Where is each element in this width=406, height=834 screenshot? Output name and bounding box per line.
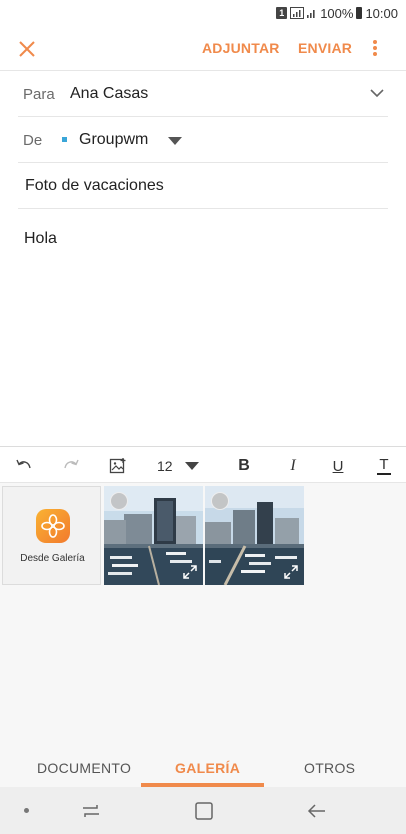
battery-percent: 100%	[320, 5, 354, 21]
gallery-photo[interactable]	[205, 486, 304, 585]
expand-icon[interactable]	[182, 564, 198, 580]
send-button[interactable]: ENVIAR	[298, 40, 352, 56]
app-bar: ADJUNTAR ENVIAR	[0, 26, 406, 70]
from-field[interactable]: De Groupwm	[18, 117, 388, 163]
font-size-dropdown-icon[interactable]	[185, 462, 199, 470]
clock: 10:00	[365, 5, 398, 21]
select-photo-checkbox[interactable]	[211, 492, 229, 510]
to-label: Para	[23, 86, 55, 103]
close-icon[interactable]	[16, 38, 38, 60]
gallery-photo[interactable]	[104, 486, 203, 585]
signal-icon	[290, 7, 305, 19]
signal-bars-icon	[307, 10, 315, 18]
home-icon[interactable]	[193, 800, 215, 822]
from-label: De	[23, 132, 43, 149]
battery-icon	[356, 7, 363, 19]
status-icons: 1 100% 10:00	[276, 5, 398, 21]
system-navigation-bar	[0, 787, 406, 834]
gallery-app-icon	[36, 509, 70, 543]
select-photo-checkbox[interactable]	[110, 492, 128, 510]
italic-button[interactable]: I	[287, 456, 299, 476]
underline-button[interactable]: U	[331, 456, 345, 476]
insert-image-icon[interactable]	[109, 456, 127, 476]
recent-apps-icon[interactable]	[80, 800, 102, 822]
message-body-area[interactable]	[0, 216, 406, 446]
attach-button[interactable]: ADJUNTAR	[202, 40, 280, 56]
text-color-button[interactable]: T	[377, 456, 391, 475]
message-body[interactable]: Hola	[24, 230, 57, 248]
back-icon[interactable]	[306, 800, 328, 822]
gallery-tile-label: Desde Galería	[20, 553, 85, 564]
subject-field[interactable]: Foto de vacaciones	[18, 163, 388, 209]
bold-button[interactable]: B	[237, 456, 251, 476]
tab-otros[interactable]: OTROS	[304, 760, 355, 776]
account-dropdown-icon[interactable]	[168, 137, 182, 145]
account-color-dot	[62, 137, 67, 142]
redo-icon[interactable]	[62, 456, 80, 476]
more-options-icon[interactable]	[368, 38, 382, 58]
tab-galeria[interactable]: GALERÍA	[175, 760, 240, 776]
formatting-toolbar: 12 B I U T	[0, 446, 406, 483]
font-size-value[interactable]: 12	[157, 456, 173, 476]
status-bar: 1 100% 10:00	[0, 0, 406, 26]
sim-badge: 1	[276, 7, 288, 19]
to-field[interactable]: Para Ana Casas	[18, 71, 388, 117]
chevron-down-icon[interactable]	[370, 89, 384, 98]
expand-icon[interactable]	[283, 564, 299, 580]
attachment-source-tabs: DOCUMENTO GALERÍA OTROS	[0, 747, 406, 787]
open-gallery-tile[interactable]: Desde Galería	[2, 486, 101, 585]
from-account[interactable]: Groupwm	[79, 131, 148, 149]
nav-dot-icon	[24, 808, 29, 813]
tab-documento[interactable]: DOCUMENTO	[37, 760, 131, 776]
compose-fields: Para Ana Casas De Groupwm Foto de vacaci…	[0, 70, 406, 209]
undo-icon[interactable]	[15, 456, 33, 476]
subject-input[interactable]: Foto de vacaciones	[25, 177, 164, 195]
attachment-panel: Desde Galería	[0, 483, 406, 747]
to-recipient[interactable]: Ana Casas	[70, 85, 148, 103]
